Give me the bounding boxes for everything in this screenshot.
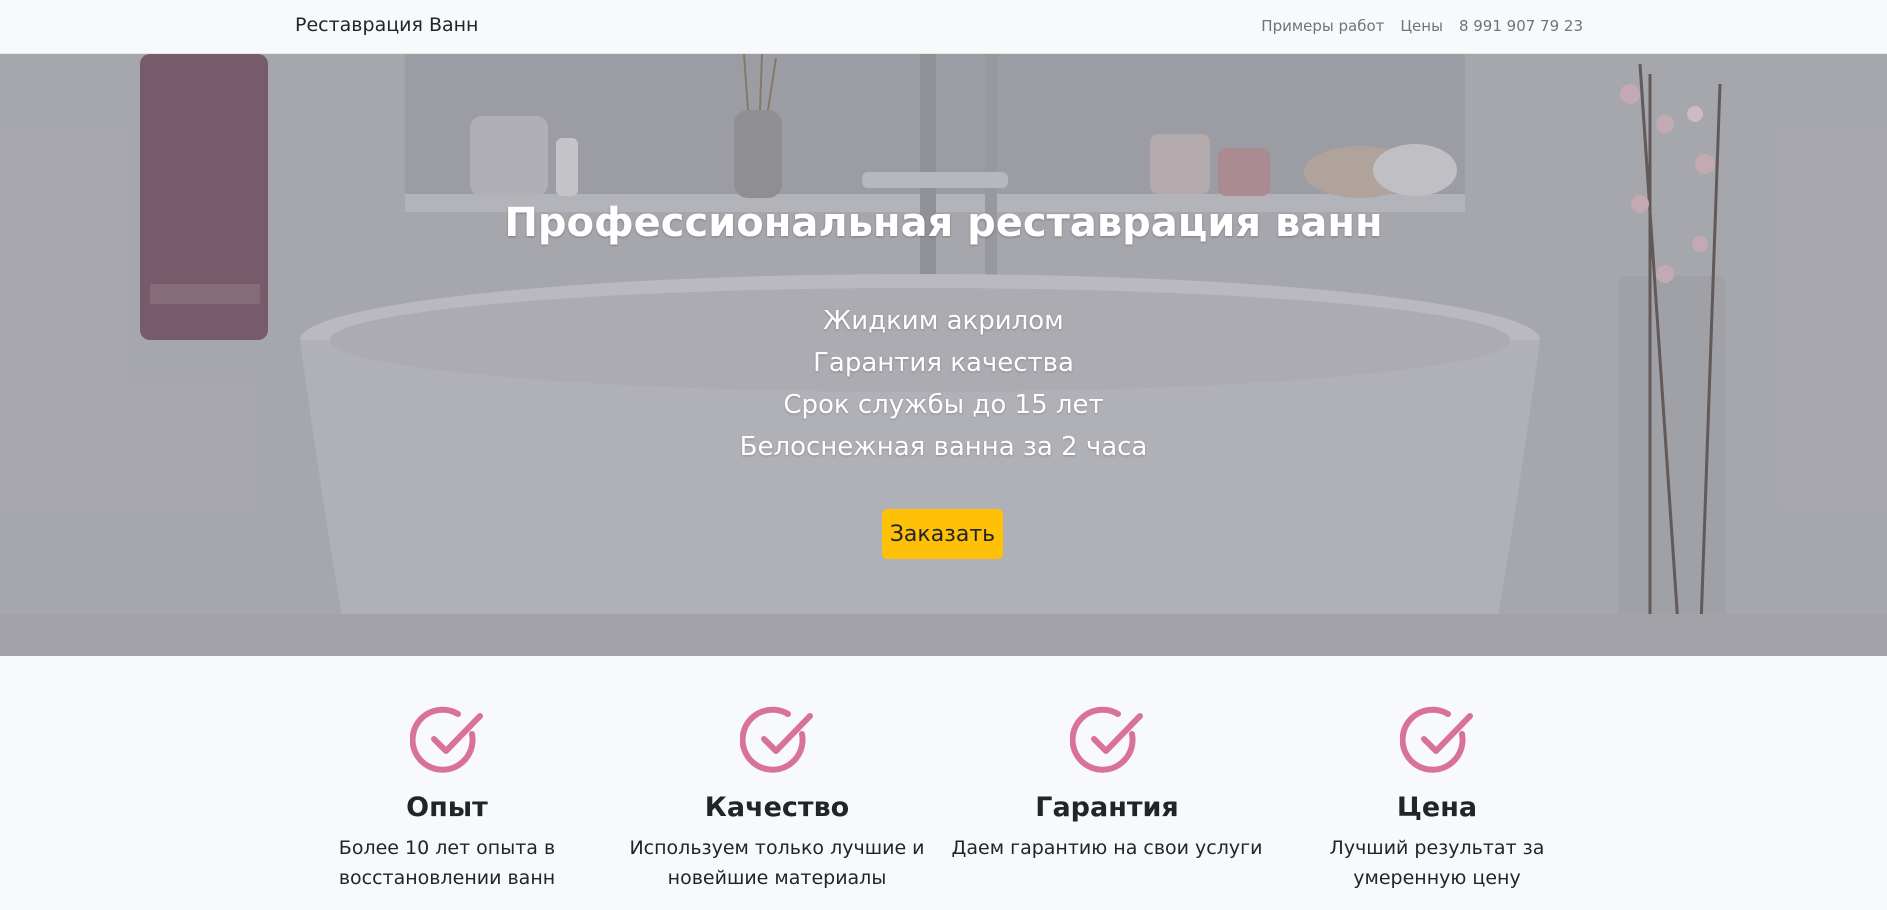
nav-links: Примеры работ Цены 8 991 907 79 23: [1261, 17, 1583, 35]
feature-card: Опыт Более 10 лет опыта в восстановлении…: [282, 704, 612, 893]
feature-title: Цена: [1396, 792, 1478, 823]
order-button[interactable]: Заказать: [882, 509, 1003, 559]
hero-benefit-line: Срок службы до 15 лет: [783, 390, 1104, 420]
feature-card: Цена Лучший результат за умеренную цену: [1272, 704, 1602, 893]
hero-benefit-line: Белоснежная ванна за 2 часа: [739, 432, 1148, 462]
feature-text: Даем гарантию на свои услуги: [951, 837, 1263, 859]
nav-link-phone[interactable]: 8 991 907 79 23: [1459, 17, 1583, 35]
hero-title: Профессиональная реставрация ванн: [504, 200, 1383, 246]
feature-text: Используем только лучшие и новейшие мате…: [629, 837, 925, 889]
features-section: Опыт Более 10 лет опыта в восстановлении…: [0, 656, 1887, 910]
hero-benefits: Жидким акрилом Гарантия качества Срок сл…: [0, 300, 1887, 468]
hero-benefit-line: Жидким акрилом: [823, 306, 1064, 336]
hero-benefit-line: Гарантия качества: [813, 348, 1074, 378]
check-circle-icon: [410, 706, 483, 773]
navbar: Реставрация Ванн Примеры работ Цены 8 99…: [0, 0, 1887, 54]
nav-link-prices[interactable]: Цены: [1400, 17, 1443, 35]
check-circle-icon: [1070, 706, 1143, 773]
feature-card: Качество Используем только лучшие и нове…: [612, 704, 942, 893]
feature-card: Гарантия Даем гарантию на свои услуги: [942, 704, 1272, 863]
feature-title: Качество: [704, 792, 850, 823]
feature-text: Лучший результат за умеренную цену: [1329, 837, 1545, 889]
feature-title: Опыт: [406, 792, 488, 823]
feature-text: Более 10 лет опыта в восстановлении ванн: [338, 837, 556, 889]
hero-section: Профессиональная реставрация ванн Жидким…: [0, 54, 1887, 656]
nav-link-works[interactable]: Примеры работ: [1261, 17, 1384, 35]
check-circle-icon: [740, 706, 813, 773]
brand-link[interactable]: Реставрация Ванн: [295, 14, 478, 36]
check-circle-icon: [1400, 706, 1473, 773]
feature-title: Гарантия: [1035, 792, 1179, 823]
